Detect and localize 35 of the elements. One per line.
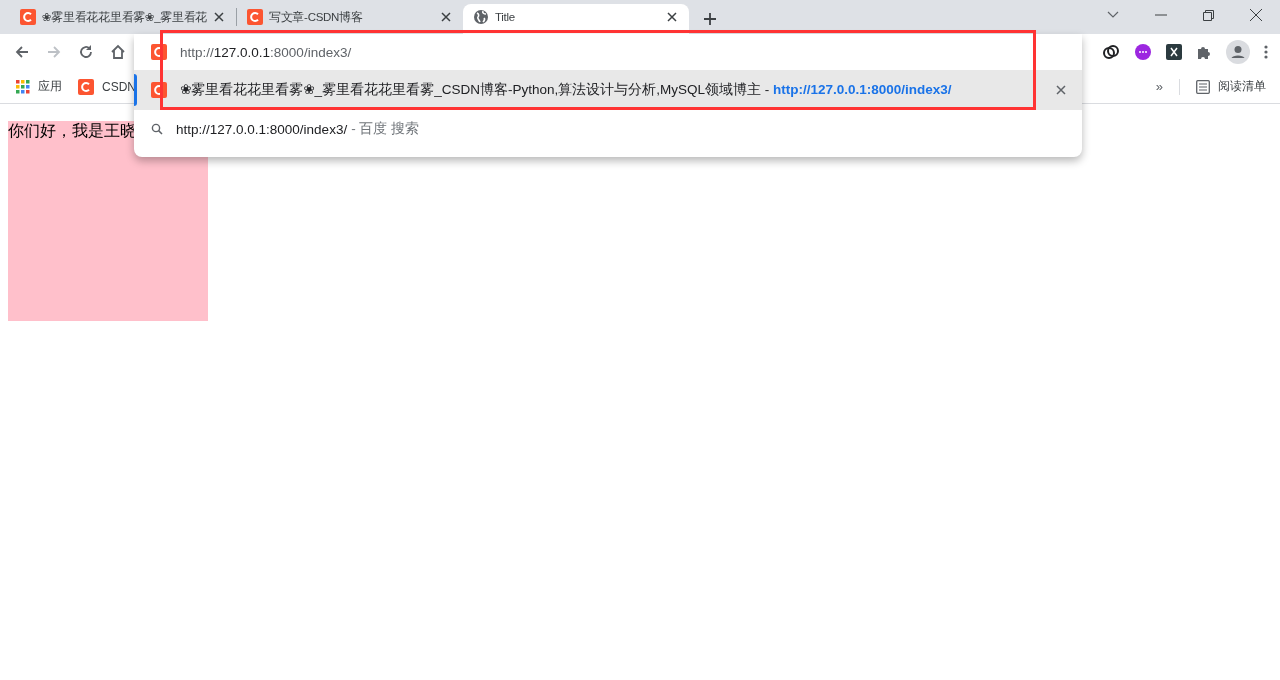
bookmark-link[interactable]: 应用 — [38, 78, 62, 95]
browser-tab[interactable]: ❀雾里看花花里看雾❀_雾里看花 — [10, 4, 236, 34]
suggestion-text: ❀雾里看花花里看雾❀_雾里看花花里看雾_CSDN博客-Python,算法设计与分析,MySQL领域博主 - http://127.0.0.1:8000/index3/ — [180, 81, 952, 99]
reload-icon[interactable] — [78, 44, 94, 60]
search-icon — [151, 123, 163, 135]
address-field[interactable]: http://127.0.0.1:8000/index3/ — [134, 34, 1082, 70]
globe-icon — [473, 9, 489, 25]
back-arrow-icon[interactable] — [14, 44, 30, 60]
suggestion-row[interactable]: http://127.0.0.1:8000/index3/ - 百度 搜索 — [134, 110, 1082, 148]
avatar-icon[interactable] — [1226, 40, 1250, 64]
close-icon[interactable] — [1250, 9, 1262, 21]
menu-icon[interactable] — [1264, 45, 1268, 59]
x-square-icon[interactable] — [1166, 44, 1182, 60]
search-query: http://127.0.0.1:8000/index3/ — [176, 121, 348, 137]
chevron-down-icon[interactable] — [1107, 11, 1119, 19]
search-engine-label: - 百度 搜索 — [351, 120, 420, 138]
csdn-logo-icon — [20, 9, 36, 25]
list-icon[interactable] — [1196, 79, 1210, 94]
puzzle-icon[interactable] — [1196, 44, 1212, 60]
csdn-logo-icon — [78, 78, 94, 95]
suggestion-row[interactable]: ❀雾里看花花里看雾❀_雾里看花花里看雾_CSDN博客-Python,算法设计与分析,MySQL领域博主 - http://127.0.0.1:8000/index3/ — [134, 70, 1082, 110]
new-tab-icon[interactable] — [703, 12, 717, 26]
extension-icon[interactable] — [1134, 43, 1152, 61]
home-icon[interactable] — [110, 44, 126, 60]
browser-tab[interactable]: 写文章-CSDN博客 — [237, 4, 463, 34]
more-bookmarks-button[interactable]: » — [1155, 79, 1163, 94]
close-icon[interactable] — [214, 12, 224, 22]
reading-list-link[interactable]: 阅读清单 — [1218, 78, 1266, 95]
csdn-logo-icon — [247, 9, 263, 25]
apps-grid-icon — [16, 79, 30, 94]
chain-link-icon[interactable] — [1102, 43, 1120, 61]
close-icon[interactable] — [441, 12, 451, 22]
restore-icon[interactable] — [1203, 9, 1214, 21]
close-icon[interactable] — [667, 12, 677, 22]
remove-suggestion-icon[interactable] — [1056, 85, 1066, 95]
